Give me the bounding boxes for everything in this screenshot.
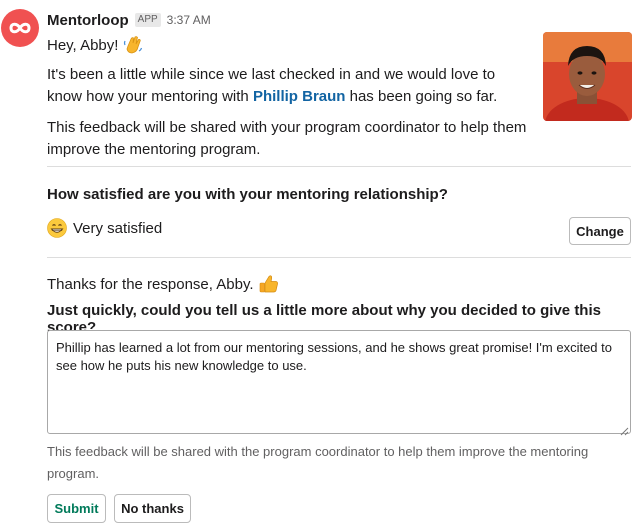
change-button[interactable]: Change <box>569 217 631 245</box>
app-badge: APP <box>134 13 161 27</box>
feedback-note: This feedback will be shared with the pr… <box>47 444 589 481</box>
mentorloop-logo-icon[interactable] <box>0 8 40 48</box>
satisfaction-question: How satisfied are you with your mentorin… <box>47 186 448 203</box>
thanks-message: Thanks for the response, Abby. <box>47 273 280 295</box>
thumbs-up-icon <box>258 273 280 295</box>
intro-text-end: has been going so far. <box>345 88 498 105</box>
no-thanks-button[interactable]: No thanks <box>114 494 191 523</box>
divider <box>47 257 631 258</box>
greeting: Hey, Abby! <box>47 34 144 56</box>
grinning-face-icon <box>47 218 67 238</box>
resize-handle-icon[interactable] <box>620 423 629 436</box>
greeting-text: Hey, Abby! <box>47 36 119 54</box>
answer-text: Very satisfied <box>73 219 163 237</box>
thanks-text: Thanks for the response, Abby. <box>47 275 254 293</box>
message-header: Mentorloop APP 3:37 AM <box>47 10 211 30</box>
satisfaction-answer: Very satisfied <box>47 218 162 238</box>
submit-button[interactable]: Submit <box>47 494 106 523</box>
mentorloop-message: Mentorloop APP 3:37 AM Hey, Abby! It's b… <box>0 0 639 526</box>
app-name[interactable]: Mentorloop <box>47 12 129 29</box>
coordinator-paragraph: This feedback will be shared with your p… <box>47 119 527 158</box>
intro-paragraph: It's been a little while since we last c… <box>47 64 532 108</box>
mentor-avatar[interactable] <box>543 32 632 121</box>
timestamp[interactable]: 3:37 AM <box>167 13 211 27</box>
divider <box>47 166 631 167</box>
feedback-textarea[interactable]: Phillip has learned a lot from our mento… <box>47 330 631 434</box>
mentor-mention-link[interactable]: Phillip Braun <box>253 88 346 105</box>
waving-hand-icon <box>122 34 144 56</box>
